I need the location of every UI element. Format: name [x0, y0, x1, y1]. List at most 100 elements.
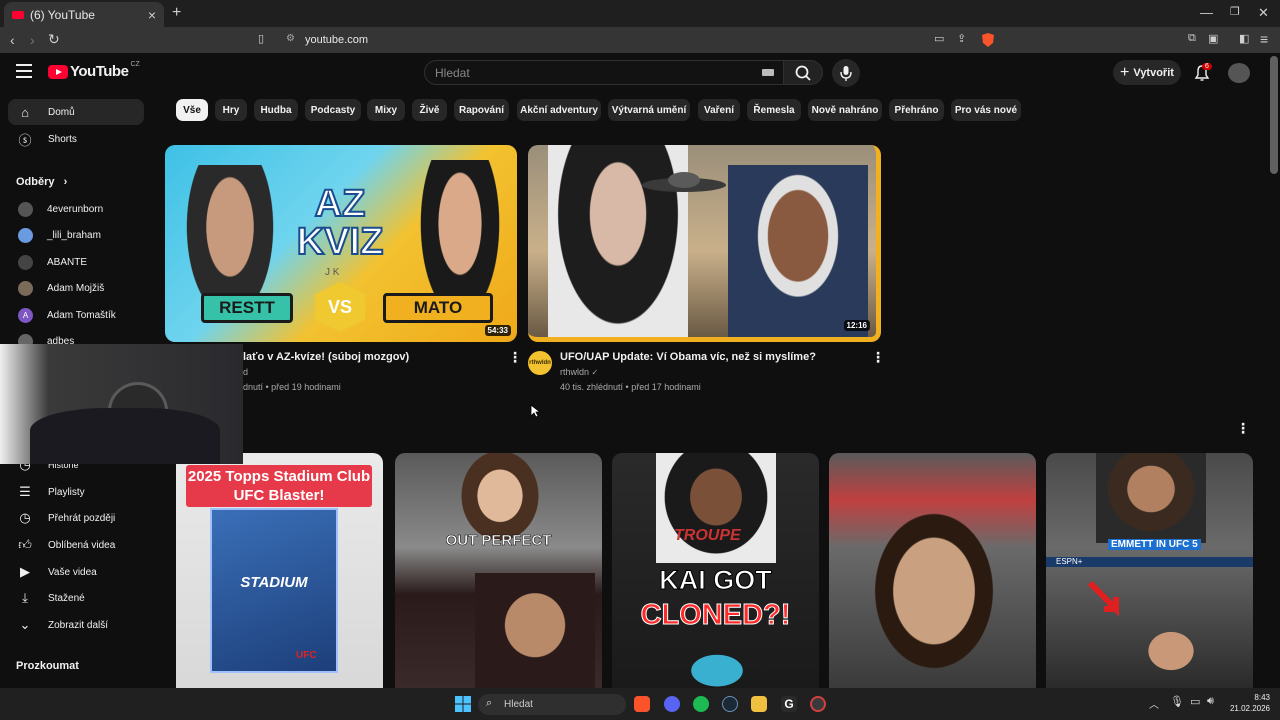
create-button[interactable]: + Vytvořit — [1113, 60, 1181, 85]
tab-close-button[interactable]: × — [148, 7, 156, 23]
sidebar-item-playlists[interactable]: ☰ Playlisty — [8, 479, 144, 505]
wallet-icon[interactable]: ▣ — [1208, 32, 1218, 45]
shorts-more-options-icon[interactable]: ⋮ — [1236, 420, 1250, 437]
filter-chip[interactable]: Hry — [215, 99, 247, 121]
url-text: youtube.com — [305, 34, 368, 46]
search-button[interactable] — [783, 60, 823, 85]
webcam-overlay — [0, 344, 243, 464]
windows-start-icon[interactable] — [455, 696, 471, 712]
filter-chip[interactable]: Řemesla — [747, 99, 801, 121]
tray-chevron-icon[interactable]: ︿ — [1149, 696, 1159, 711]
video-title[interactable]: laťo v AZ-kvíze! (súboj mozgov) — [243, 351, 409, 363]
site-info-icon[interactable]: ⚙ — [286, 33, 295, 44]
filter-chip[interactable]: Pro vás nové — [951, 99, 1021, 121]
keyboard-icon[interactable] — [762, 69, 774, 76]
explore-heading: Prozkoumat — [16, 660, 79, 672]
more-options-icon[interactable]: ⋮ — [871, 349, 885, 366]
reload-icon[interactable]: ↻ — [48, 31, 60, 48]
obs-icon[interactable] — [810, 696, 826, 712]
extensions-icon[interactable]: ⧉ — [1188, 32, 1196, 45]
sidebar-item-label: Stažené — [48, 592, 85, 604]
sidebar-item-subscription[interactable]: 4everunborn — [8, 196, 144, 222]
video-thumbnail[interactable]: 12:16 — [528, 145, 881, 342]
sidebar-toggle-icon[interactable]: ◧ — [1239, 32, 1249, 45]
thumbnail-right-label: MATO — [383, 293, 493, 323]
restore-icon[interactable]: ❐ — [1230, 5, 1240, 18]
taskbar-search[interactable]: Hledat — [478, 694, 626, 715]
sidebar-item-subscription[interactable]: _lili_braham — [8, 222, 144, 248]
channel-avatar: A — [18, 307, 33, 323]
short-card[interactable]: OUT PERFECT — [395, 453, 602, 689]
channel-avatar — [18, 254, 33, 270]
minimize-icon[interactable]: — — [1200, 5, 1213, 20]
short-card[interactable]: 2025 Topps Stadium Club UFC Blaster! STA… — [176, 453, 383, 689]
page-scrollbar[interactable] — [1270, 56, 1278, 174]
filter-chip[interactable]: Nově nahráno — [808, 99, 882, 121]
filter-chip[interactable]: Vše — [176, 99, 208, 121]
filter-chip[interactable]: Hudba — [254, 99, 298, 121]
sidebar-item-subscription[interactable]: Adam Mojžiš — [8, 275, 144, 301]
shorts-icon: ⓢ — [18, 132, 32, 148]
taskbar-clock[interactable]: 8:43 21.02.2026 — [1224, 692, 1270, 714]
sidebar-item-show-more[interactable]: ⌄ Zobrazit další — [8, 612, 144, 638]
cast-icon[interactable]: ▭ — [934, 32, 944, 45]
window-close-icon[interactable]: ✕ — [1258, 5, 1269, 21]
discord-icon[interactable] — [664, 696, 680, 712]
channel-name: Adam Tomaštík — [47, 309, 116, 321]
g-hub-icon[interactable]: G — [781, 696, 797, 712]
more-options-icon[interactable]: ⋮ — [508, 349, 522, 366]
sidebar-item-your-videos[interactable]: ▶ Vaše videa — [8, 559, 144, 585]
bookmark-icon[interactable]: ▯ — [258, 32, 264, 45]
sidebar-item-watch-later[interactable]: ◷ Přehrát později — [8, 505, 144, 531]
search-placeholder: Hledat — [435, 65, 470, 80]
filter-chip[interactable]: Živě — [412, 99, 447, 121]
address-toolbar: ‹ › ↻ ▯ youtube.com ⚙ ▭ ⇪ ⧉ ▣ ◧ ≡ — [0, 27, 1280, 53]
filter-chip[interactable]: Výtvarná umění — [608, 99, 690, 121]
subscriptions-heading[interactable]: Odběry › — [16, 176, 67, 188]
guide-menu-button[interactable] — [16, 64, 32, 80]
sidebar-item-home[interactable]: ⌂ Domů — [8, 99, 144, 125]
volume-icon[interactable]: 🔊︎ — [1207, 695, 1214, 708]
new-tab-button[interactable]: + — [172, 4, 181, 22]
search-input[interactable]: Hledat — [424, 60, 784, 85]
filter-chip[interactable]: Vaření — [698, 99, 740, 121]
microphone-tray-icon[interactable]: 🎙︎ — [1170, 695, 1184, 708]
channel-name: Adam Mojžiš — [47, 282, 105, 294]
filter-chip[interactable]: Přehráno — [889, 99, 944, 121]
channel-avatar[interactable]: rthwldn — [528, 351, 552, 375]
filter-chip[interactable]: Podcasty — [305, 99, 361, 121]
short-card[interactable]: EMMETT IN UFC 5 ESPN+ — [1046, 453, 1253, 689]
filter-chip[interactable]: Rapování — [454, 99, 509, 121]
monitor-tray-icon[interactable]: ▭ — [1190, 695, 1200, 708]
share-icon[interactable]: ⇪ — [957, 32, 966, 45]
sidebar-item-subscription[interactable]: A Adam Tomaštík — [8, 302, 144, 328]
url-field[interactable]: youtube.com — [280, 30, 1000, 50]
short-card[interactable]: TROUPE KAI GOT CLONED?! — [612, 453, 819, 689]
back-icon[interactable]: ‹ — [10, 32, 15, 48]
channel-name-row[interactable]: rthwldn ✓ — [560, 367, 598, 377]
sidebar-item-downloads[interactable]: ⤓ Stažené — [8, 585, 144, 611]
brave-browser-icon[interactable] — [634, 696, 650, 712]
sidebar-item-subscription[interactable]: ABANTE — [8, 249, 144, 275]
account-avatar[interactable] — [1228, 63, 1250, 83]
brave-shield-icon[interactable] — [981, 32, 995, 48]
browser-menu-icon[interactable]: ≡ — [1260, 31, 1268, 47]
sidebar-item-liked[interactable]: 👍︎ Oblíbená videa — [8, 532, 144, 558]
filter-chip[interactable]: Mixy — [367, 99, 405, 121]
forward-icon[interactable]: › — [30, 32, 35, 48]
spotify-icon[interactable] — [693, 696, 709, 712]
short-card[interactable] — [829, 453, 1036, 689]
taskbar-search-icon: ⌕ — [486, 697, 493, 709]
search-icon — [795, 65, 811, 81]
video-title[interactable]: UFO/UAP Update: Ví Obama víc, než si mys… — [560, 351, 816, 363]
youtube-logo[interactable]: YouTube CZ — [48, 61, 140, 80]
filter-chip[interactable]: Akční adventury — [517, 99, 601, 121]
clock-time: 8:43 — [1254, 693, 1270, 702]
browser-tab[interactable]: (6) YouTube × — [4, 2, 164, 27]
video-thumbnail[interactable]: AZ KVIZ J K RESTT VS MATO 54:33 — [165, 145, 517, 342]
file-explorer-icon[interactable] — [751, 696, 767, 712]
steam-icon[interactable] — [722, 696, 738, 712]
channel-name[interactable]: d — [243, 367, 248, 377]
voice-search-button[interactable] — [832, 59, 860, 87]
sidebar-item-shorts[interactable]: ⓢ Shorts — [8, 126, 144, 152]
